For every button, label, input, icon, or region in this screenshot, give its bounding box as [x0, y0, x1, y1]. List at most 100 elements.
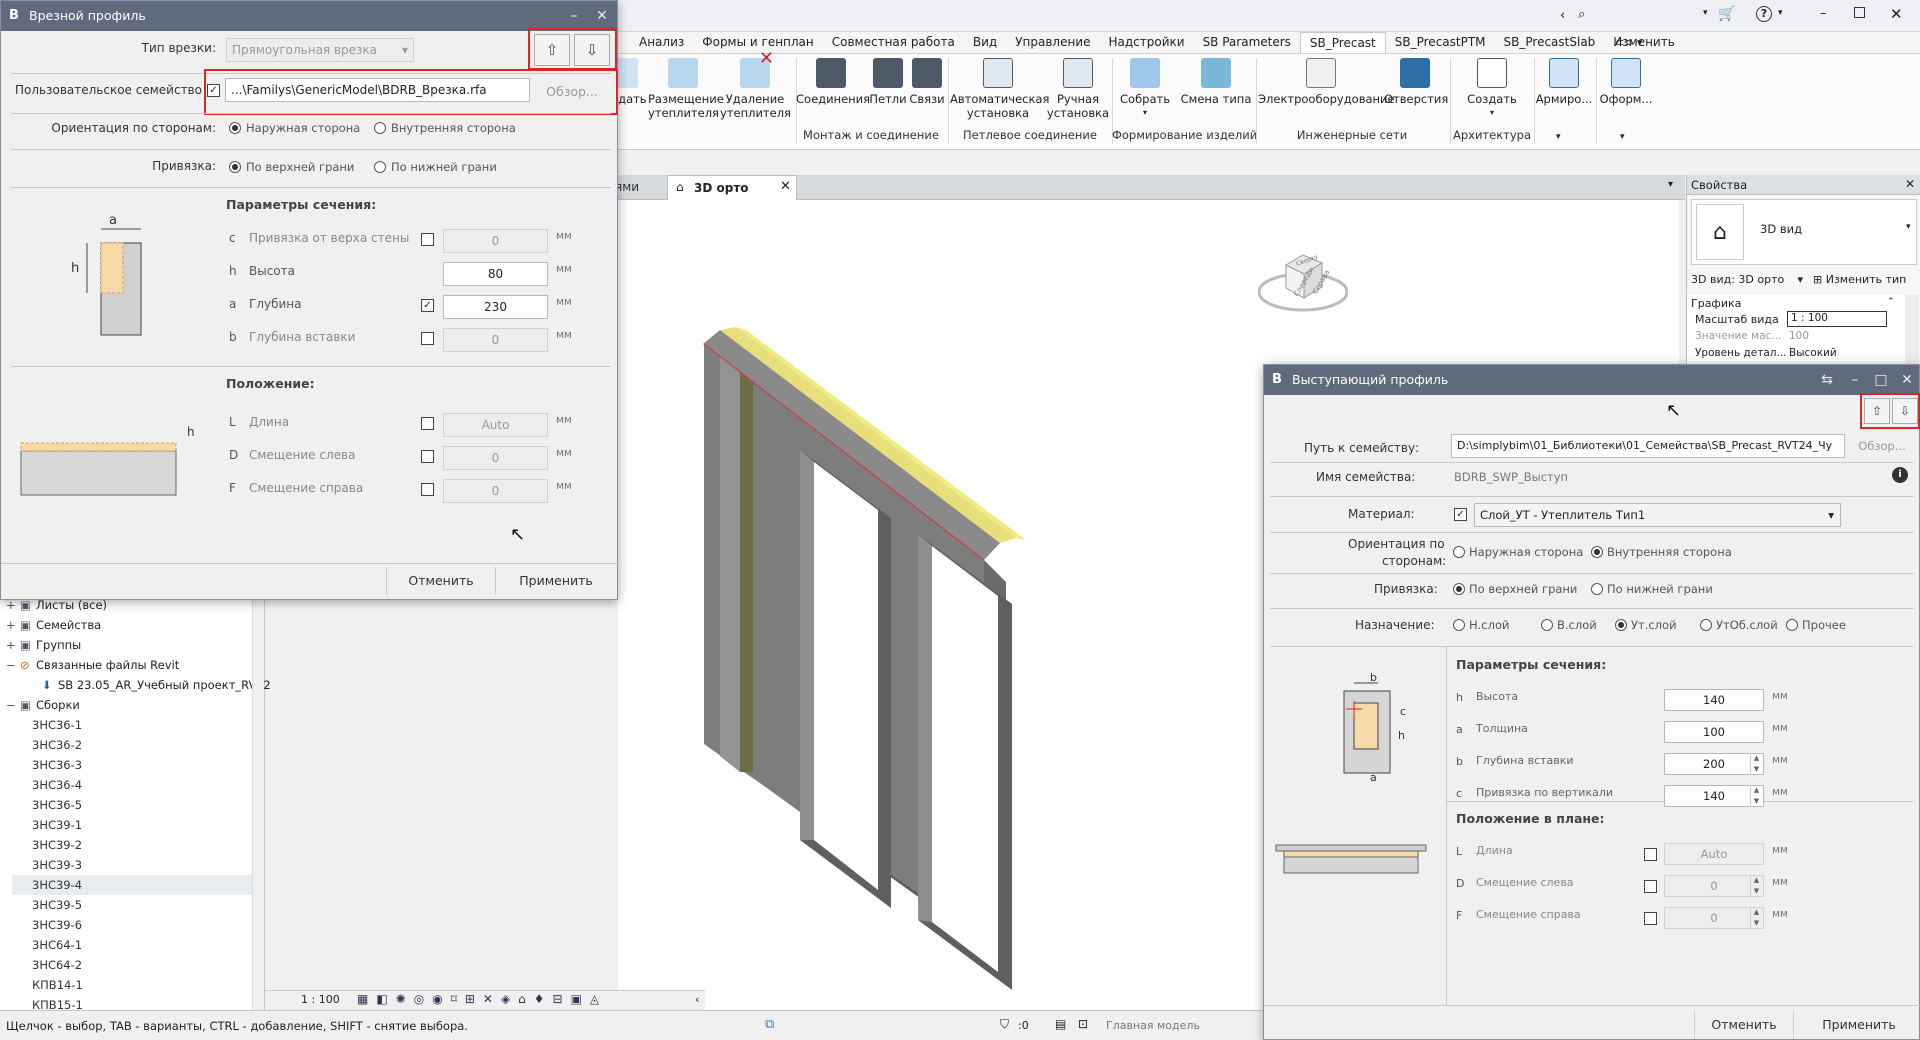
param-value-field[interactable]: 80 — [443, 262, 548, 286]
orient-outer-radio[interactable] — [1453, 546, 1465, 558]
position-checkbox[interactable] — [421, 450, 434, 463]
param-value-field[interactable]: 140 — [1664, 785, 1764, 807]
position-value-field[interactable]: 0 — [443, 446, 548, 470]
electrical-button[interactable]: Электрооборудование — [1258, 58, 1395, 106]
param-value-field[interactable]: 140 — [1664, 689, 1764, 711]
ribbon-tab[interactable]: Анализ — [630, 32, 693, 53]
browser-item[interactable]: ⬇ SB 23.05_AR_Учебный проект_RVT2 — [6, 675, 271, 695]
ribbon-tab[interactable]: Надстройки — [1099, 32, 1193, 53]
family-path-field[interactable]: D:\simplybim\01_Библиотеки\01_Семейства\… — [1451, 434, 1845, 458]
close-icon[interactable]: ✕ — [1905, 177, 1915, 191]
expand-icon[interactable]: + — [6, 615, 20, 635]
position-value-field[interactable]: 0 — [443, 479, 548, 503]
assembly-item[interactable]: 3НС39-5 — [12, 895, 252, 915]
spinner-arrows-icon[interactable]: ▲ ▼ — [1750, 907, 1762, 929]
ribbon-tab[interactable]: Совместная работа — [823, 32, 964, 53]
ribbon-tab[interactable]: SB_PrecastSlab — [1495, 32, 1605, 53]
param-value-field[interactable]: 100 — [1664, 721, 1764, 743]
active-model[interactable]: Главная модель — [1106, 1019, 1200, 1032]
ribbon-tab[interactable]: Управление — [1006, 32, 1099, 53]
ribbon-tab[interactable]: SB_Precast — [1299, 32, 1386, 53]
delete-insulation-button[interactable]: ✕ Удаление утеплителя — [720, 50, 791, 121]
cancel-button[interactable]: Отменить — [1694, 1011, 1794, 1039]
prop-scale-value[interactable]: 1 : 100 — [1787, 311, 1887, 327]
collapse-icon[interactable]: ⌃ — [1887, 297, 1895, 307]
info-icon[interactable]: i — [1892, 467, 1908, 483]
ties-button[interactable]: Связи — [908, 58, 946, 106]
assembly-item[interactable]: 3НС39-3 — [12, 855, 252, 875]
view-scale[interactable]: 1 : 100 — [301, 993, 340, 1006]
scroll-left-icon[interactable]: ‹ — [695, 993, 699, 1006]
close-icon[interactable]: ✕ — [1890, 5, 1903, 23]
view-control-icons[interactable]: ▦◧✺◎◉⌑⊞✕◈⌂♦⊟▣◬ — [357, 992, 607, 1006]
spinner-arrows-icon[interactable]: ▲ ▼ — [1750, 785, 1762, 807]
help-icon[interactable]: ? — [1756, 6, 1772, 22]
bind-top-radio[interactable] — [229, 161, 241, 173]
browser-scrollbar[interactable] — [252, 595, 264, 1010]
close-icon[interactable]: ✕ — [589, 1, 615, 31]
assembly-item[interactable]: 3НС39-2 — [12, 835, 252, 855]
help-dropdown-icon[interactable]: ▾ — [1778, 8, 1783, 18]
minimize-icon[interactable]: – — [1820, 6, 1827, 21]
minimize-icon[interactable]: – — [1842, 365, 1868, 395]
material-select[interactable]: Слой_УТ - Утеплитель Тип1 ▾ — [1474, 503, 1841, 527]
assembly-item[interactable]: 3НС39-4 — [12, 875, 252, 895]
bind-bottom-radio[interactable] — [374, 161, 386, 173]
openings-button[interactable]: Отверстия — [1384, 58, 1448, 106]
worksharing-icon[interactable]: ⧉ — [765, 1017, 774, 1032]
bind-bottom-radio[interactable] — [1591, 583, 1603, 595]
position-value-field[interactable]: Auto — [1664, 843, 1764, 865]
maximize-icon[interactable] — [1854, 7, 1865, 18]
format-expand-icon[interactable]: ▾ — [1620, 132, 1625, 142]
dropdown-icon[interactable]: ▾ — [1703, 8, 1708, 18]
assembly-item[interactable]: 3НС39-1 — [12, 815, 252, 835]
position-checkbox[interactable] — [1644, 848, 1657, 861]
minimize-icon[interactable]: – — [561, 1, 587, 31]
browser-item[interactable]: + ▣ Семейства — [6, 615, 256, 635]
viewcube[interactable]: Спереди Справа Сверху — [1257, 230, 1349, 320]
param-checkbox[interactable]: ✓ — [421, 299, 434, 312]
ribbon-options-icon[interactable]: ⊂⊃ ▾ — [1615, 36, 1642, 49]
view-instance-selector[interactable]: 3D вид: 3D орто ▾ — [1691, 270, 1807, 290]
maximize-icon[interactable]: □ — [1868, 365, 1894, 395]
change-type-button[interactable]: Смена типа — [1180, 58, 1252, 106]
expand-icon[interactable]: − — [6, 695, 20, 715]
param-value-field[interactable]: 230 — [443, 295, 548, 319]
param-value-field[interactable]: 0 — [443, 229, 548, 253]
param-value-field[interactable]: 0 — [443, 328, 548, 352]
edit-type-button[interactable]: ⊞ Изменить тип — [1813, 270, 1917, 290]
material-checkbox[interactable]: ✓ — [1454, 508, 1467, 521]
cancel-button[interactable]: Отменить — [386, 567, 496, 595]
assembly-item[interactable]: 3НС36-2 — [12, 735, 252, 755]
param-value-field[interactable]: 200 — [1664, 753, 1764, 775]
format-button[interactable]: Оформ... — [1596, 58, 1656, 106]
bind-top-radio[interactable] — [1453, 583, 1465, 595]
assembly-item[interactable]: 3НС36-3 — [12, 755, 252, 775]
position-checkbox[interactable] — [421, 483, 434, 496]
position-value-field[interactable]: Auto — [443, 413, 548, 437]
tabs-menu-icon[interactable]: ▾ — [1668, 179, 1673, 190]
assemble-button[interactable]: Собрать ▾ — [1112, 58, 1178, 120]
type-select[interactable]: Прямоугольная врезка ▾ — [226, 38, 414, 62]
position-checkbox[interactable] — [1644, 912, 1657, 925]
properties-scrollbar[interactable] — [1905, 295, 1919, 375]
position-value-field[interactable]: 0 — [1664, 875, 1764, 897]
purpose-radio[interactable] — [1700, 619, 1712, 631]
position-checkbox[interactable] — [1644, 880, 1657, 893]
close-tab-icon[interactable]: ✕ — [780, 179, 791, 194]
orient-inner-radio[interactable] — [1591, 546, 1603, 558]
assembly-item[interactable]: 3НС36-4 — [12, 775, 252, 795]
cart-icon[interactable]: 🛒 — [1718, 6, 1735, 22]
spinner-arrows-icon[interactable]: ▲ ▼ — [1750, 875, 1762, 897]
manual-install-button[interactable]: Ручная установка — [1046, 58, 1110, 120]
orient-outer-radio[interactable] — [229, 122, 241, 134]
prop-detail-value[interactable]: Высокий — [1789, 347, 1837, 359]
assembly-item[interactable]: 3НС64-1 — [12, 935, 252, 955]
tab-3d-ortho[interactable]: ⌂ 3D орто ✕ — [667, 175, 797, 200]
apply-button[interactable]: Применить — [501, 567, 611, 595]
browser-item[interactable]: − ⊘ Связанные файлы Revit — [6, 655, 256, 675]
rebar-expand-icon[interactable]: ▾ — [1556, 132, 1561, 142]
assembly-item[interactable]: 3НС36-1 — [12, 715, 252, 735]
joints-button[interactable]: Соединения — [796, 58, 870, 106]
assembly-item[interactable]: 3НС36-5 — [12, 795, 252, 815]
